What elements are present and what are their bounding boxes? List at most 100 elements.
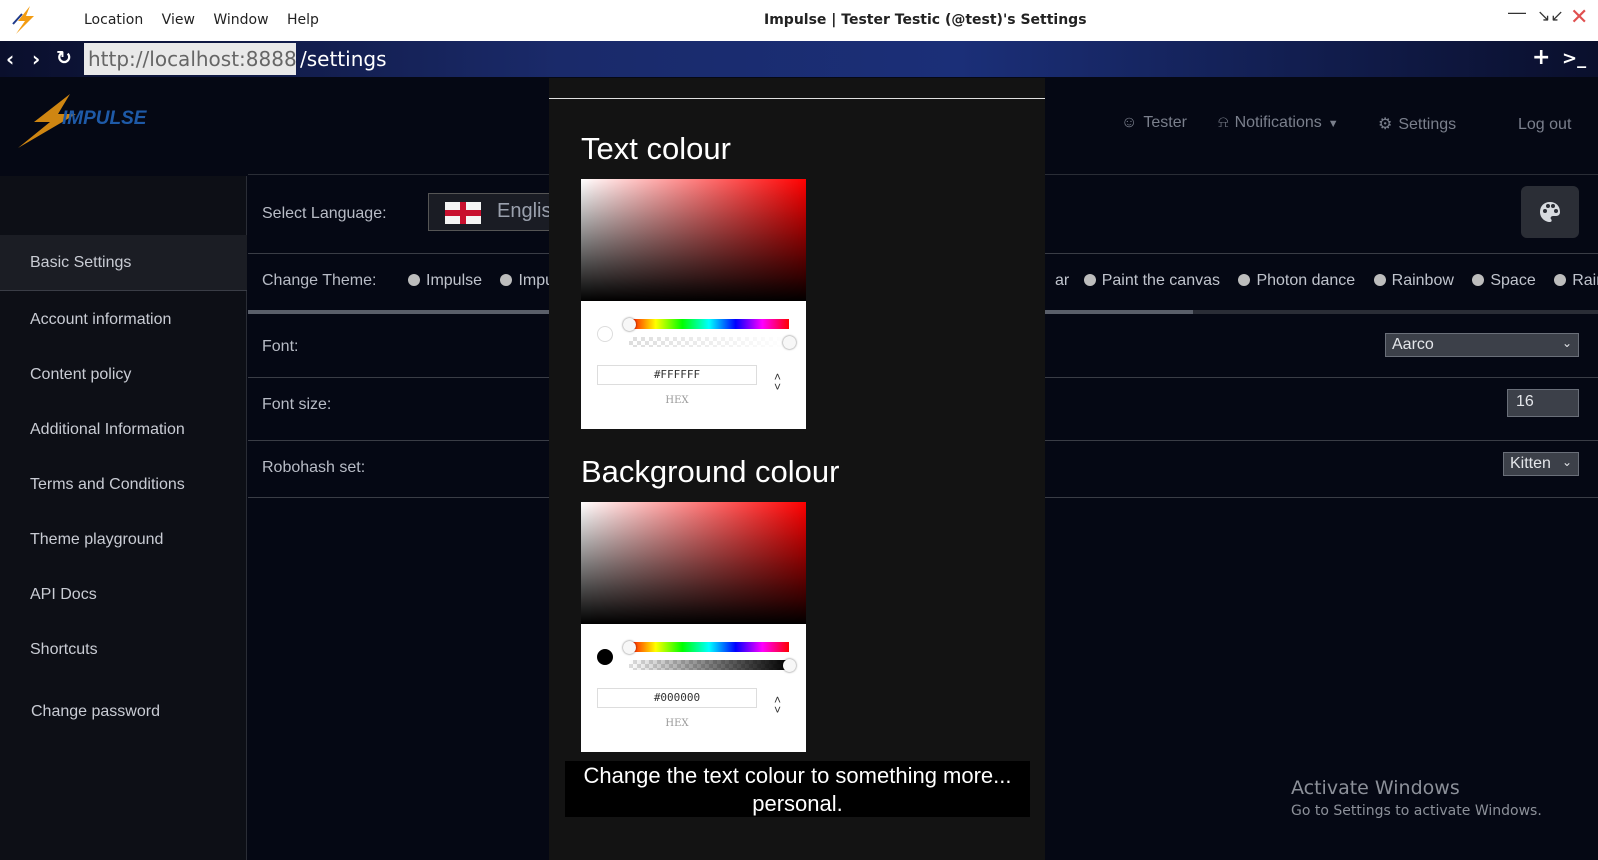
hue-handle[interactable] [623,641,636,654]
hue-slider[interactable] [629,642,789,652]
theme-option-rainbow[interactable]: Rainbow [1373,272,1454,289]
radio-icon [1238,274,1251,286]
url-path[interactable]: /settings [300,47,387,71]
activate-windows-subtitle: Go to Settings to activate Windows. [1291,803,1542,819]
sidebar-item-basic-settings[interactable]: Basic Settings [0,235,247,291]
font-label: Font: [262,338,299,355]
background-colour-picker[interactable]: #000000 HEX ˄ ˅ [581,502,806,752]
logout-link[interactable]: Log out [1518,116,1571,134]
nav-user[interactable]: ☺ Tester [1121,114,1187,132]
chevron-down-icon: ⌄ [1561,336,1572,350]
theme-option-rain[interactable]: Rain [1554,272,1598,289]
alpha-handle[interactable] [783,336,796,349]
app-logo-icon [12,6,34,34]
text-colour-picker[interactable]: #FFFFFF HEX ˄ ˅ [581,179,806,429]
theme-option-paint-the-canvas[interactable]: Paint the canvas [1083,272,1220,289]
font-select-value: Aarco [1392,336,1434,353]
radio-icon [1083,274,1096,286]
nav-notifications-label: Notifications [1234,114,1322,131]
chevron-down-icon: ▼ [1327,118,1339,130]
radio-icon [1472,274,1485,286]
sidebar-item-additional-information[interactable]: Additional Information [0,421,247,439]
alpha-slider[interactable] [629,660,789,670]
alpha-slider[interactable] [629,337,789,347]
background-colour-title: Background colour [581,454,840,489]
text-colour-hex-input[interactable]: #FFFFFF [597,365,757,385]
tutorial-caption: Change the text colour to something more… [565,761,1030,817]
bell-icon: ⍾ [1218,114,1229,131]
england-flag-icon [445,202,481,224]
hue-slider[interactable] [629,319,789,329]
robohash-label: Robohash set: [262,459,366,476]
theme-label: Change Theme: [262,272,377,289]
theme-option-label: Paint the canvas [1101,272,1220,289]
theme-option-impulse[interactable]: Impulse [408,272,482,289]
hex-label: HEX [665,718,689,729]
sidebar: Basic Settings Account information Conte… [0,176,247,860]
modal-divider [549,98,1045,99]
colour-modal: Text colour #FFFFFF HEX ˄ ˅ Background co… [549,78,1045,860]
minimize-icon[interactable]: — [1508,2,1526,23]
unmaximize-icon[interactable]: ↘↙ [1537,6,1564,26]
hex-label: HEX [665,395,689,406]
forward-icon[interactable]: › [32,47,40,71]
palette-icon [1540,202,1560,222]
format-toggle-icon[interactable]: ˄ ˅ [774,694,781,716]
sidebar-item-change-password[interactable]: Change password [0,703,247,721]
font-select[interactable]: Aarco ⌄ [1385,333,1579,357]
theme-option-space[interactable]: Space [1472,272,1536,289]
hue-handle[interactable] [623,318,636,331]
sidebar-item-content-policy[interactable]: Content policy [0,366,247,384]
sidebar-item-theme-playground[interactable]: Theme playground [0,531,247,549]
menu-window[interactable]: Window [213,12,268,28]
theme-option-label: Rainbow [1391,272,1454,289]
nav-notifications[interactable]: ⍾ Notifications ▼ [1218,114,1339,132]
background-colour-hex-input[interactable]: #000000 [597,688,757,708]
theme-palette-button[interactable] [1521,186,1579,238]
colour-swatch [597,326,613,342]
radio-icon [500,274,513,286]
sidebar-item-shortcuts[interactable]: Shortcuts [0,641,247,659]
theme-option-photon-dance[interactable]: Photon dance [1238,272,1355,289]
nav-settings-label: Settings [1398,116,1457,133]
theme-option-partial[interactable]: ar [1055,272,1069,289]
theme-option-label: Photon dance [1256,272,1356,289]
radio-icon [408,274,420,286]
sidebar-item-terms-and-conditions[interactable]: Terms and Conditions [0,476,247,494]
robohash-select[interactable]: Kitten ⌄ [1503,452,1579,476]
theme-option-label: Impulse [426,272,483,289]
font-size-input[interactable]: 16 [1507,389,1579,417]
sidebar-item-account-information[interactable]: Account information [0,311,247,329]
saturation-area[interactable] [581,179,806,301]
text-colour-title: Text colour [581,131,731,166]
language-label: Select Language: [262,205,387,222]
font-size-label: Font size: [262,396,332,413]
url-host[interactable]: http://localhost:8888 [84,43,297,75]
saturation-area[interactable] [581,502,806,624]
brand-text: IMPULSE [62,108,148,129]
menu-location[interactable]: Location [84,12,143,28]
sidebar-item-api-docs[interactable]: API Docs [0,586,247,604]
format-toggle-icon[interactable]: ˄ ˅ [774,371,781,393]
impulse-logo[interactable]: IMPULSE [14,92,174,150]
radio-icon [1373,274,1386,286]
alpha-handle[interactable] [783,659,796,672]
window-titlebar: Location View Window Help Impulse | Test… [0,0,1598,41]
nav-user-label: Tester [1143,114,1187,131]
robohash-select-value: Kitten [1510,455,1551,472]
chevron-down-icon: ⌄ [1561,455,1572,469]
terminal-icon[interactable]: >_ [1562,48,1586,69]
new-tab-icon[interactable]: + [1532,45,1550,70]
close-icon[interactable]: ✕ [1570,4,1588,30]
menu-help[interactable]: Help [287,12,319,28]
theme-options-right: ar Paint the canvas Photon dance Rainbow… [1055,272,1598,290]
back-icon[interactable]: ‹ [6,47,14,71]
theme-option-label: Rain [1572,272,1598,289]
nav-settings[interactable]: ⚙ Settings [1378,114,1456,134]
menu-view[interactable]: View [162,12,195,28]
gear-icon: ⚙ [1378,116,1393,133]
language-select[interactable]: Englis [428,193,558,231]
user-icon: ☺ [1121,114,1138,131]
reload-icon[interactable]: ↻ [56,47,72,69]
language-value: Englis [497,200,552,222]
